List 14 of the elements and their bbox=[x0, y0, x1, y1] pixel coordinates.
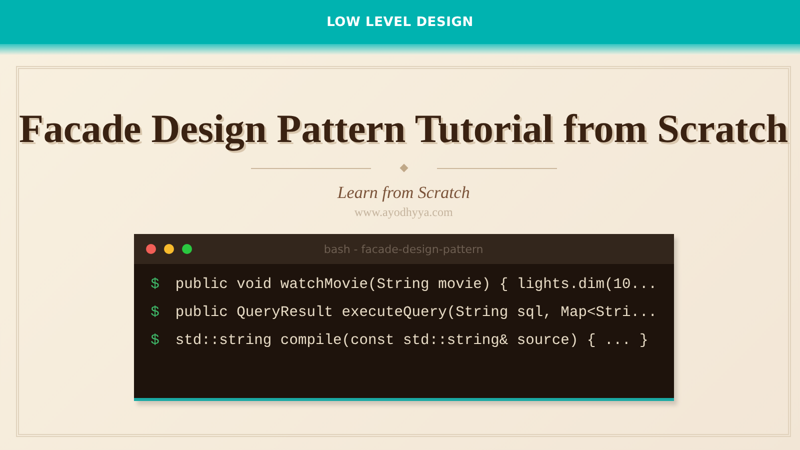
maximize-dot-icon[interactable] bbox=[182, 244, 192, 254]
prompt-symbol: $ bbox=[150, 276, 160, 294]
prompt-symbol: $ bbox=[150, 332, 160, 350]
site-url: www.ayodhyya.com bbox=[354, 205, 453, 220]
header-title: LOW LEVEL DESIGN bbox=[326, 14, 474, 30]
minimize-dot-icon[interactable] bbox=[164, 244, 174, 254]
terminal-title: bash - facade-design-pattern bbox=[324, 242, 484, 256]
subtitle: Learn from Scratch bbox=[337, 183, 470, 203]
close-dot-icon[interactable] bbox=[146, 244, 156, 254]
code-line: public QueryResult executeQuery(String sql, Map<Stri... bbox=[175, 304, 658, 322]
code-line: std::string compile(const std::string& source) { ... } bbox=[175, 332, 648, 350]
code-line: public void watchMovie(String movie) { lights.dim(10... bbox=[175, 276, 658, 294]
page-title: Facade Design Pattern Tutorial from Scratch bbox=[19, 107, 788, 151]
prompt-symbol: $ bbox=[150, 304, 160, 322]
